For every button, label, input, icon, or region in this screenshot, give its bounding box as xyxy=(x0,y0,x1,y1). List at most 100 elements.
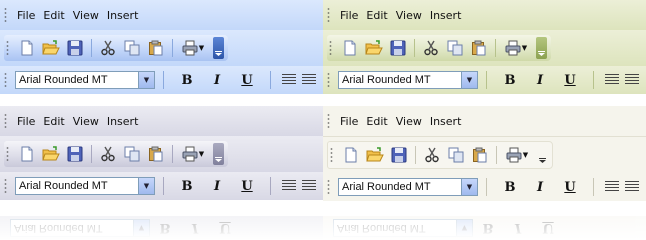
font-family-value: Arial Rounded MT xyxy=(342,181,431,193)
toolbar-grip[interactable] xyxy=(329,40,332,56)
menu-insert[interactable]: Insert xyxy=(426,113,466,130)
new-document-button[interactable] xyxy=(16,143,38,165)
bold-button[interactable]: B xyxy=(175,176,199,196)
menu-view[interactable]: View xyxy=(392,7,426,24)
font-family-select[interactable]: Arial Rounded MT ▼ xyxy=(338,71,478,89)
menu-insert[interactable]: Insert xyxy=(426,7,466,24)
format-grip[interactable] xyxy=(327,72,330,88)
print-button[interactable]: ▼ xyxy=(502,144,532,166)
font-dropdown-arrow[interactable]: ▼ xyxy=(138,72,154,88)
formatting-toolbar: Arial Rounded MT ▼ B I U xyxy=(0,66,323,94)
paste-button[interactable] xyxy=(145,143,167,165)
paste-button[interactable] xyxy=(469,144,491,166)
standard-toolbar: ▼ xyxy=(323,30,646,66)
menu-file[interactable]: File xyxy=(13,113,39,130)
font-family-select[interactable]: Arial Rounded MT ▼ xyxy=(15,177,155,195)
menu-edit[interactable]: Edit xyxy=(39,113,68,130)
copy-button[interactable] xyxy=(445,144,467,166)
menu-file[interactable]: File xyxy=(13,7,39,24)
toolbar-separator xyxy=(496,146,497,164)
italic-button[interactable]: I xyxy=(528,177,552,197)
paste-button[interactable] xyxy=(468,37,490,59)
menu-insert[interactable]: Insert xyxy=(103,7,143,24)
format-grip[interactable] xyxy=(4,72,7,88)
align-center-icon[interactable] xyxy=(625,74,639,86)
menu-view[interactable]: View xyxy=(69,113,103,130)
menu-grip[interactable] xyxy=(327,7,330,23)
bold-button[interactable]: B xyxy=(498,177,522,197)
format-grip[interactable] xyxy=(4,178,7,194)
menu-insert[interactable]: Insert xyxy=(103,113,143,130)
theme-silver-panel: File Edit View Insert ▼ Arial Rounded MT… xyxy=(0,106,323,200)
menu-file[interactable]: File xyxy=(336,113,362,130)
toolbar-grip[interactable] xyxy=(6,40,9,56)
menu-grip[interactable] xyxy=(4,113,7,129)
open-button[interactable] xyxy=(363,37,385,59)
menu-view[interactable]: View xyxy=(392,113,426,130)
menu-edit[interactable]: Edit xyxy=(39,7,68,24)
bold-button[interactable]: B xyxy=(175,70,199,90)
toolbar-overflow-button[interactable] xyxy=(537,144,548,166)
align-left-icon[interactable] xyxy=(282,180,296,192)
print-button[interactable]: ▼ xyxy=(178,143,208,165)
font-dropdown-arrow[interactable]: ▼ xyxy=(461,72,477,88)
paste-icon xyxy=(472,40,486,56)
align-center-icon[interactable] xyxy=(625,181,639,193)
open-folder-icon xyxy=(42,146,60,161)
toolbar-grip[interactable] xyxy=(6,146,9,162)
cut-button[interactable] xyxy=(421,144,443,166)
save-button[interactable] xyxy=(64,143,86,165)
paste-button[interactable] xyxy=(145,37,167,59)
underline-button[interactable]: U xyxy=(235,70,259,90)
align-center-icon[interactable] xyxy=(302,180,316,192)
underline-button[interactable]: U xyxy=(558,177,582,197)
toolbar-grip[interactable] xyxy=(330,147,333,163)
print-button[interactable]: ▼ xyxy=(178,37,208,59)
copy-button[interactable] xyxy=(121,37,143,59)
italic-button[interactable]: I xyxy=(528,70,552,90)
toolbar-separator xyxy=(593,71,594,89)
format-grip[interactable] xyxy=(327,179,330,195)
save-button[interactable] xyxy=(388,144,410,166)
cut-button[interactable] xyxy=(420,37,442,59)
menu-grip[interactable] xyxy=(327,113,330,129)
italic-button[interactable]: I xyxy=(205,176,229,196)
toolbar-overflow-button[interactable] xyxy=(536,37,547,59)
new-document-button[interactable] xyxy=(339,37,361,59)
new-document-button[interactable] xyxy=(340,144,362,166)
menu-grip[interactable] xyxy=(4,7,7,23)
menu-edit[interactable]: Edit xyxy=(362,113,391,130)
toolbar-overflow-button[interactable] xyxy=(213,143,224,165)
new-document-button[interactable] xyxy=(16,37,38,59)
cut-button[interactable] xyxy=(97,143,119,165)
print-dropdown-caret[interactable]: ▼ xyxy=(523,151,528,159)
align-left-icon[interactable] xyxy=(605,181,619,193)
menu-file[interactable]: File xyxy=(336,7,362,24)
print-button[interactable]: ▼ xyxy=(501,37,531,59)
underline-button[interactable]: U xyxy=(235,176,259,196)
font-family-select[interactable]: Arial Rounded MT ▼ xyxy=(15,71,155,89)
font-dropdown-arrow[interactable]: ▼ xyxy=(138,178,154,194)
copy-button[interactable] xyxy=(444,37,466,59)
underline-button[interactable]: U xyxy=(558,70,582,90)
align-center-icon[interactable] xyxy=(302,74,316,86)
print-dropdown-caret[interactable]: ▼ xyxy=(199,44,204,52)
menu-edit[interactable]: Edit xyxy=(362,7,391,24)
font-family-select[interactable]: Arial Rounded MT ▼ xyxy=(338,178,478,196)
open-button[interactable] xyxy=(40,143,62,165)
save-button[interactable] xyxy=(64,37,86,59)
save-button[interactable] xyxy=(387,37,409,59)
print-dropdown-caret[interactable]: ▼ xyxy=(522,44,527,52)
toolbar-overflow-button[interactable] xyxy=(213,37,224,59)
print-dropdown-caret[interactable]: ▼ xyxy=(199,150,204,158)
copy-button[interactable] xyxy=(121,143,143,165)
bold-button[interactable]: B xyxy=(498,70,522,90)
cut-button[interactable] xyxy=(97,37,119,59)
open-button[interactable] xyxy=(40,37,62,59)
align-left-icon[interactable] xyxy=(605,74,619,86)
menu-view[interactable]: View xyxy=(69,7,103,24)
italic-button[interactable]: I xyxy=(205,70,229,90)
align-left-icon[interactable] xyxy=(282,74,296,86)
open-button[interactable] xyxy=(364,144,386,166)
font-dropdown-arrow[interactable]: ▼ xyxy=(461,179,477,195)
